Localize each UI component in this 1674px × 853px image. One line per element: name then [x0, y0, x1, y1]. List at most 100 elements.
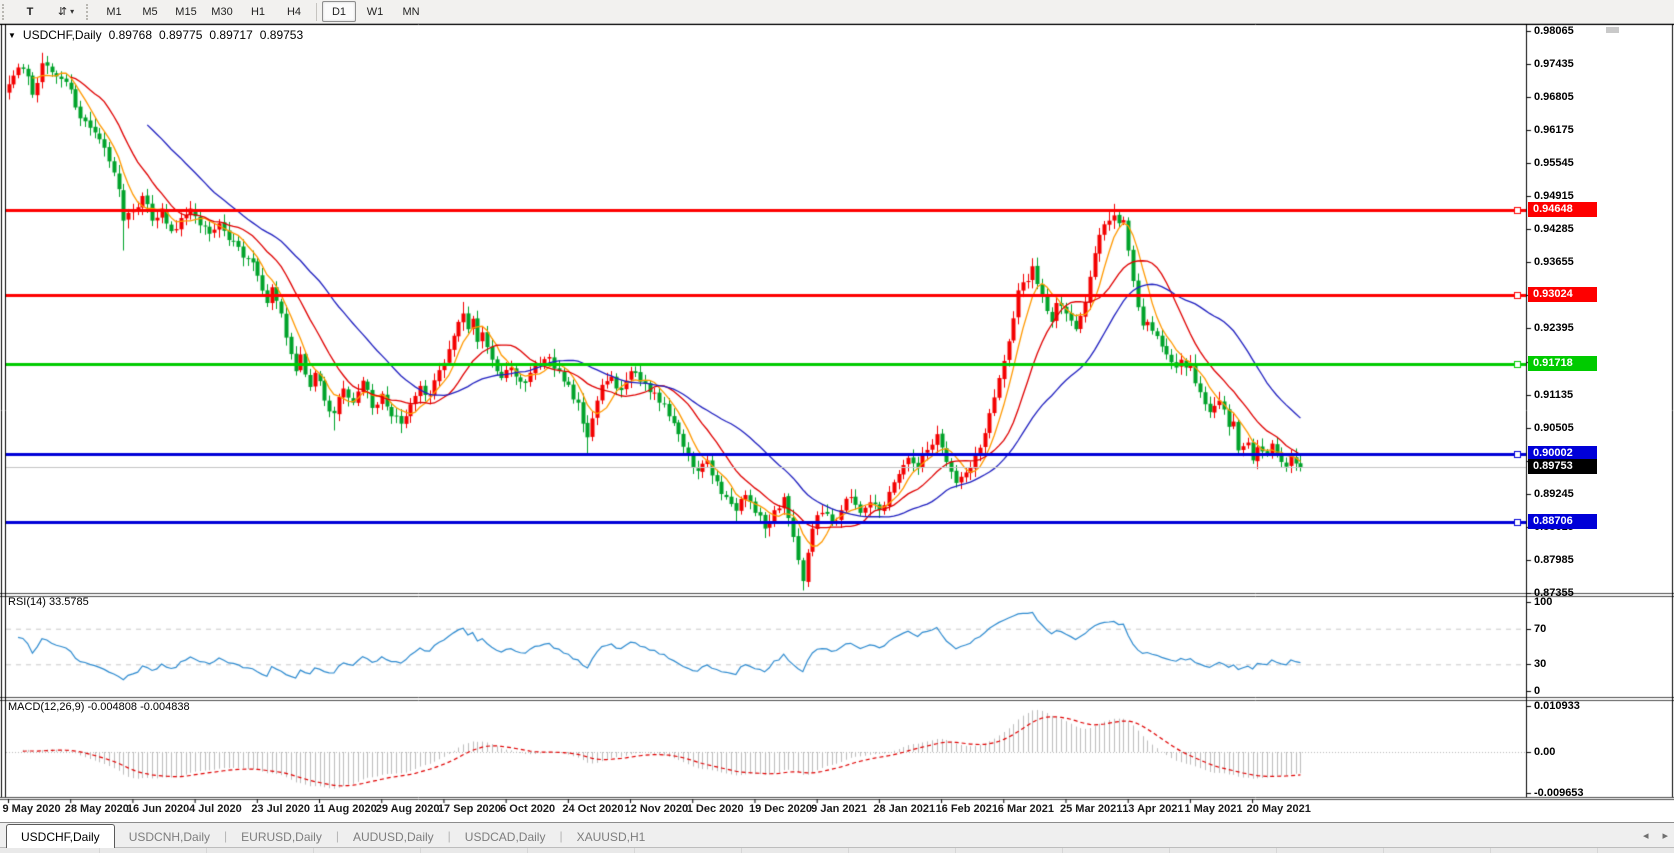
status-divider [1490, 848, 1491, 853]
tab-scroll-left-button[interactable]: ◂ [1643, 829, 1649, 842]
current-price-badge: 0.89753 [1528, 459, 1597, 475]
date-tick-label: 12 Nov 2020 [624, 803, 689, 815]
timeframe-button-w1[interactable]: W1 [358, 1, 392, 22]
price-tick-label: 0.96175 [1534, 124, 1574, 137]
rsi-indicator-label: RSI(14) 33.5785 [8, 596, 89, 608]
hline-price-badge: 0.93024 [1528, 287, 1597, 303]
rsi-tick-label: 30 [1534, 658, 1547, 671]
date-tick-label: 23 Jul 2020 [251, 803, 311, 815]
date-tick-label: 17 Sep 2020 [437, 803, 501, 815]
date-tick-label: 24 Oct 2020 [562, 803, 624, 815]
date-tick-label: 9 Jan 2021 [811, 803, 867, 815]
timeframe-button-h4[interactable]: H4 [277, 1, 311, 22]
status-divider [527, 848, 528, 853]
date-tick-label: 1 May 2021 [1184, 803, 1243, 815]
price-tick-label: 0.92395 [1534, 322, 1574, 335]
timeframe-button-m1[interactable]: M1 [97, 1, 131, 22]
price-tick-label: 0.94915 [1534, 190, 1574, 203]
price-tick-label: 0.96805 [1534, 91, 1574, 104]
date-tick-label: 6 Mar 2021 [997, 803, 1055, 815]
mt4-window: T ⇵ ▾ M1 M5 M15 M30 H1 H4 D1 W1 MN ▼ USDCHF,Dail… [0, 0, 1674, 853]
price-tick-label: 0.87985 [1534, 553, 1574, 566]
date-tick-label: 13 Apr 2021 [1122, 803, 1184, 815]
timeframe-button-d1[interactable]: D1 [322, 1, 356, 22]
macd-indicator-label: MACD(12,26,9) -0.004808 -0.004838 [8, 701, 190, 713]
date-tick-label: 11 Aug 2020 [313, 803, 377, 815]
close-value: 0.89753 [259, 28, 304, 42]
text-tool-button[interactable]: T [13, 1, 47, 22]
price-tick-label: 0.98065 [1534, 25, 1574, 37]
hline-price-badge: 0.88706 [1528, 513, 1597, 529]
timeframe-button-m30[interactable]: M30 [205, 1, 239, 22]
chart-dropdown-icon[interactable]: ▼ [8, 31, 16, 40]
date-tick-label: 29 Aug 2020 [375, 803, 440, 815]
status-divider [1169, 848, 1170, 853]
chart-window: ▼ USDCHF,Daily 0.89768 0.89775 0.89717 0… [0, 24, 1674, 822]
date-tick-label: 20 May 2021 [1246, 803, 1311, 815]
price-tick-label: 0.91135 [1534, 388, 1574, 401]
status-divider [313, 848, 314, 853]
macd-tick-label: 0.00 [1534, 746, 1556, 758]
symbol-period-label: USDCHF,Daily [22, 28, 102, 42]
price-tick-label: 0.97435 [1534, 58, 1574, 71]
price-tick-label: 0.95545 [1534, 157, 1574, 170]
date-tick-label: 19 Dec 2020 [748, 803, 812, 815]
date-tick-label: 6 Oct 2020 [500, 803, 556, 815]
cycler-icon: ⇵ [57, 6, 68, 18]
price-tick-label: 0.90505 [1534, 421, 1574, 434]
rsi-tick-label: 70 [1534, 622, 1547, 635]
date-tick-label: 4 Jul 2020 [189, 803, 242, 815]
chart-tab-eurusd[interactable]: EURUSD,Daily [227, 826, 336, 848]
chart-tab-xauusd[interactable]: XAUUSD,H1 [563, 826, 660, 848]
date-tick-label: 16 Feb 2021 [935, 803, 998, 815]
date-tick-label: 28 May 2020 [64, 803, 129, 815]
status-divider [99, 848, 100, 853]
open-value: 0.89768 [108, 28, 152, 42]
status-bar [0, 847, 1674, 853]
status-divider [955, 848, 956, 853]
date-tick-label: 25 Mar 2021 [1059, 803, 1123, 815]
price-tick-label: 0.89245 [1534, 487, 1574, 500]
price-tick-label: 0.94285 [1534, 223, 1574, 236]
chart-tab-bar: ◂ ▸ USDCHF,Daily USDCNH,Daily | EURUSD,Dail… [0, 822, 1674, 848]
price-tick-label: 0.93655 [1534, 256, 1574, 269]
chart-tab-audusd[interactable]: AUDUSD,Daily [339, 826, 448, 848]
toolbar-grip [2, 3, 9, 20]
timeframe-button-m15[interactable]: M15 [169, 1, 203, 22]
chart-scroll-marker [1606, 27, 1619, 33]
hline-price-badge: 0.94648 [1528, 202, 1597, 218]
status-divider [1276, 848, 1277, 853]
chart-tab-usdchf[interactable]: USDCHF,Daily [6, 824, 115, 848]
chart-cycler-button[interactable]: ⇵ ▾ [49, 1, 83, 22]
candlestick-chart-canvas[interactable] [0, 24, 1674, 822]
toolbar-separator [316, 2, 317, 21]
status-divider [420, 848, 421, 853]
status-divider [634, 848, 635, 853]
timeframe-button-m5[interactable]: M5 [133, 1, 167, 22]
toolbar-grip [86, 3, 93, 20]
status-divider [1597, 848, 1598, 853]
macd-tick-label: 0.010933 [1534, 699, 1580, 712]
high-value: 0.89775 [159, 28, 203, 42]
chart-title: ▼ USDCHF,Daily 0.89768 0.89775 0.89717 0… [8, 28, 303, 42]
chevron-down-icon: ▾ [70, 7, 75, 16]
date-tick-label: 9 May 2020 [2, 803, 61, 815]
status-divider [206, 848, 207, 853]
date-tick-label: 28 Jan 2021 [873, 803, 936, 815]
chart-tab-usdcnh[interactable]: USDCNH,Daily [115, 826, 224, 848]
macd-tick-label: -0.009653 [1534, 786, 1584, 799]
status-divider [1383, 848, 1384, 853]
date-tick-label: 16 Jun 2020 [126, 803, 190, 815]
rsi-tick-label: 0 [1534, 685, 1541, 697]
hline-price-badge: 0.91718 [1528, 355, 1597, 371]
status-divider [1062, 848, 1063, 853]
tab-scroll-right-button[interactable]: ▸ [1662, 829, 1668, 842]
date-tick-label: 1 Dec 2020 [686, 803, 744, 815]
timeframe-button-group: M1 M5 M15 M30 H1 H4 D1 W1 MN [96, 1, 429, 22]
timeframe-button-mn[interactable]: MN [394, 1, 428, 22]
status-divider [848, 848, 849, 853]
timeframe-button-h1[interactable]: H1 [241, 1, 275, 22]
chart-tab-usdcad[interactable]: USDCAD,Daily [451, 826, 560, 848]
low-value: 0.89717 [209, 28, 253, 42]
toolbar: T ⇵ ▾ M1 M5 M15 M30 H1 H4 D1 W1 MN [0, 0, 1674, 24]
